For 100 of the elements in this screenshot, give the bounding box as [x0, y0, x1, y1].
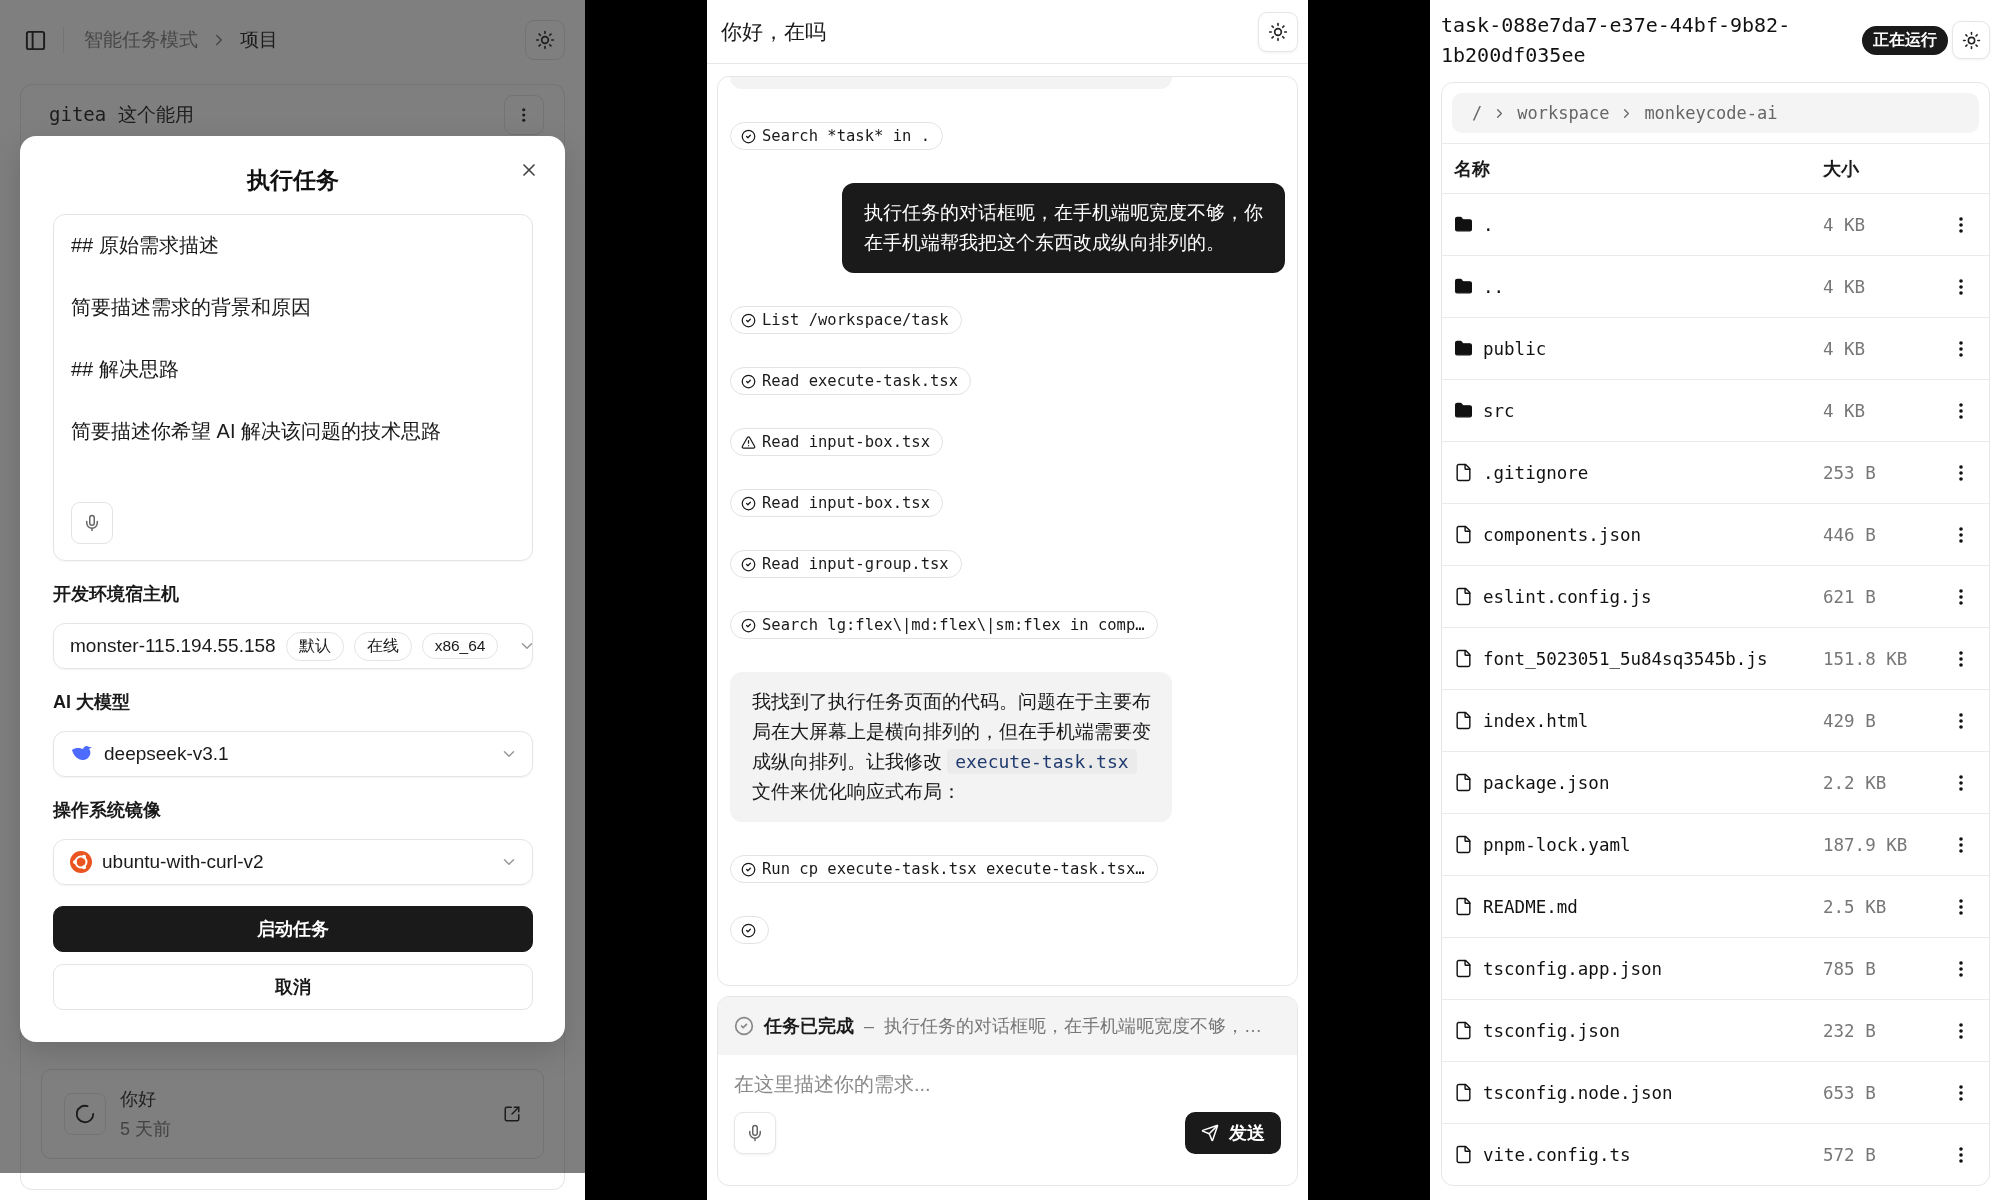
task-name: task-088e7da7-e37e-44bf-9b82-1b200df035ee — [1441, 12, 1792, 69]
breadcrumb-item[interactable]: 项目 — [240, 27, 278, 53]
chat-title: 你好，在吗 — [721, 18, 826, 45]
task-card[interactable]: 你好 5 天前 — [41, 1069, 544, 1159]
file-size: 621 B — [1823, 586, 1876, 607]
tool-call-text: Search *task* in . — [762, 127, 930, 145]
column-header: 大小 — [1823, 157, 1860, 181]
file-icon — [1454, 1021, 1473, 1040]
file-size: 2.5 KB — [1823, 896, 1887, 917]
file-size: 429 B — [1823, 710, 1876, 731]
file-size: 4 KB — [1823, 338, 1866, 359]
file-name[interactable]: public — [1483, 338, 1547, 359]
status-summary: 执行任务的对话框呃，在手机端呃宽度不够，… — [884, 1015, 1262, 1038]
prompt-editor[interactable]: ## 原始需求描述 简要描述需求的背景和原因 ## 解决思路 简要描述你希望 AI 解决该问题的技术思路 — [53, 214, 533, 561]
file-name[interactable]: vite.config.ts — [1483, 1144, 1631, 1165]
path-segment[interactable]: monkeycode-ai — [1644, 103, 1778, 123]
file-name[interactable]: tsconfig.app.json — [1483, 958, 1663, 979]
more-icon — [1959, 464, 1963, 481]
prompt-line: 简要描述需求的背景和原因 — [71, 295, 311, 320]
column-header: 名称 — [1454, 157, 1491, 181]
file-name[interactable]: tsconfig.node.json — [1483, 1082, 1673, 1103]
more-icon — [1959, 216, 1963, 233]
field-label: 开发环境宿主机 — [53, 583, 179, 605]
tool-call-text: List /workspace/task — [762, 311, 949, 329]
field-label: AI 大模型 — [53, 691, 130, 713]
file-name[interactable]: README.md — [1483, 896, 1578, 917]
more-icon — [1959, 836, 1963, 853]
status-title: 任务已完成 — [764, 1015, 854, 1038]
more-icon — [1959, 898, 1963, 915]
sun-icon — [535, 30, 555, 50]
file-icon — [1454, 1145, 1473, 1164]
file-link[interactable]: execute-task.tsx — [947, 749, 1137, 774]
file-name[interactable]: index.html — [1483, 710, 1589, 731]
prompt-line: ## 解决思路 — [71, 357, 179, 382]
more-icon — [1959, 340, 1963, 357]
file-name[interactable]: tsconfig.json — [1483, 1020, 1620, 1041]
cancel-button[interactable]: 取消 — [53, 964, 533, 1010]
theme-toggle-button[interactable] — [525, 20, 565, 60]
folder-icon — [1454, 339, 1473, 358]
more-icon — [1959, 960, 1963, 977]
file-name[interactable]: font_5023051_5u84sq3545b.js — [1483, 648, 1768, 669]
tool-call-text: Read input-box.tsx — [762, 433, 930, 451]
external-link-icon[interactable] — [503, 1105, 521, 1123]
tool-call-text: Read input-box.tsx — [762, 494, 930, 512]
model-select[interactable]: deepseek-v3.1 — [53, 731, 533, 777]
file-size: 232 B — [1823, 1020, 1876, 1041]
tool-call-text: Run cp execute-task.tsx execute-task.tsx… — [762, 860, 1145, 878]
file-icon — [1454, 711, 1473, 730]
field-label: 操作系统镜像 — [53, 799, 161, 821]
microphone-icon — [83, 514, 101, 532]
more-icon — [1959, 402, 1963, 419]
sun-icon — [1961, 30, 1981, 50]
path-segment[interactable]: workspace — [1517, 103, 1610, 123]
folder-icon — [1454, 401, 1473, 420]
file-size: 2.2 KB — [1823, 772, 1887, 793]
file-icon — [1454, 773, 1473, 792]
send-icon — [1201, 1124, 1219, 1142]
image-select[interactable]: ubuntu-with-curl-v2 — [53, 839, 533, 885]
send-button[interactable]: 发送 — [1185, 1112, 1281, 1154]
more-icon — [1959, 774, 1963, 791]
file-name[interactable]: . — [1483, 214, 1494, 235]
file-name[interactable]: .gitignore — [1483, 462, 1589, 483]
file-size: 572 B — [1823, 1144, 1876, 1165]
tool-call-text: Read input-group.tsx — [762, 555, 949, 573]
file-name[interactable]: .. — [1483, 276, 1505, 297]
file-size: 653 B — [1823, 1082, 1876, 1103]
microphone-icon — [746, 1124, 764, 1142]
more-icon — [1959, 278, 1963, 295]
dialog-title: 执行任务 — [245, 166, 340, 195]
ubuntu-icon — [70, 851, 92, 873]
file-icon — [1454, 959, 1473, 978]
more-icon — [1959, 588, 1963, 605]
microphone-button[interactable] — [71, 502, 113, 544]
file-size: 785 B — [1823, 958, 1876, 979]
file-size: 253 B — [1823, 462, 1876, 483]
folder-icon — [1454, 215, 1473, 234]
task-time: 5 天前 — [120, 1118, 172, 1141]
microphone-button[interactable] — [734, 1112, 776, 1154]
sidebar-toggle-icon[interactable] — [24, 28, 47, 52]
path-segment[interactable]: / — [1472, 103, 1483, 123]
status-badge: 正在运行 — [1862, 25, 1948, 55]
file-size: 151.8 KB — [1823, 648, 1908, 669]
file-icon — [1454, 587, 1473, 606]
file-icon — [1454, 525, 1473, 544]
file-size: 4 KB — [1823, 400, 1866, 421]
sun-icon — [1268, 21, 1288, 42]
start-button[interactable]: 启动任务 — [53, 906, 533, 952]
more-icon — [1959, 1084, 1963, 1101]
file-icon — [1454, 835, 1473, 854]
file-size: 4 KB — [1823, 214, 1866, 235]
file-name[interactable]: pnpm-lock.yaml — [1483, 834, 1631, 855]
message-composer[interactable]: 任务已完成 – 执行任务的对话框呃，在手机端呃宽度不够，… 在这里描述你的需求... 发送 — [717, 996, 1298, 1186]
file-name[interactable]: eslint.config.js — [1483, 586, 1652, 607]
file-name[interactable]: components.json — [1483, 524, 1642, 545]
tool-call-text: Search lg:flex\|md:flex\|sm:flex in comp… — [762, 616, 1145, 634]
host-select[interactable]: monster-115.194.55.158 默认 在线 x86_64 — [53, 623, 533, 669]
file-name[interactable]: src — [1483, 400, 1515, 421]
file-name[interactable]: package.json — [1483, 772, 1610, 793]
prompt-line: ## 原始需求描述 — [71, 233, 219, 258]
message-input[interactable]: 在这里描述你的需求... — [718, 1055, 1297, 1106]
